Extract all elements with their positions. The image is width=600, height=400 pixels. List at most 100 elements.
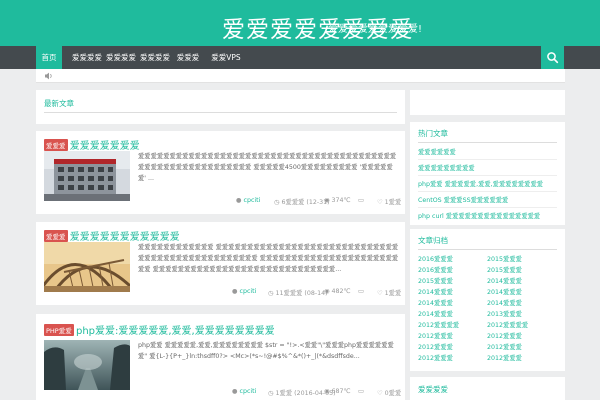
user-icon: ● [232,288,238,295]
user-icon: ● [232,388,238,395]
site-subtitle: 爱爱爱爱爱爱爱爱爱! [328,24,423,35]
like-button[interactable]: ♡ 1爱爱 [377,288,401,297]
notice-bar [36,69,565,83]
post-author[interactable]: cpciti [240,388,257,395]
nav-item-home[interactable]: 首页 [36,46,62,69]
post-author[interactable]: cpciti [240,288,257,295]
hot-post-link[interactable]: php爱爱 爱爱爱爱爱,爱爱,爱爱爱爱爱爱爱爱 [418,179,543,188]
archive-link[interactable]: 2012爱爱爱 [487,353,522,362]
archive-link[interactable]: 2012爱爱爱 [487,331,522,340]
archive-link[interactable]: 2014爱爱爱 [418,298,453,307]
nav-item-2[interactable]: 爱爱爱爱 [70,46,104,69]
post-thumbnail[interactable] [44,340,130,390]
like-button[interactable]: ♡ 0爱爱 [377,388,401,397]
comment-icon: ▭ [358,197,364,204]
archive-link[interactable]: 2015爱爱爱 [487,265,522,274]
divider [418,175,557,176]
post-views-wrap: ◉ 374℃ [324,197,351,204]
divider [418,142,557,143]
sidebar-archive-title: 文章归档 [418,236,448,245]
nav-item-3[interactable]: 爱爱爱爱 [104,46,138,69]
post-date: 6爱爱爱 (12-31) [281,199,330,206]
post-date-wrap: ◷ 6爱爱爱 (12-31) [274,197,330,206]
archive-link[interactable]: 2012爱爱爱 [487,342,522,351]
post-meta: ● cpciti [232,388,256,395]
post-excerpt: php爱爱 爱爱爱爱爱,爱爱,爱爱爱爱爱爱爱爱 $str = "!>.<爱爱"\… [138,342,394,360]
nav-item-4[interactable]: 爱爱爱爱 [138,46,172,69]
nav-item-5[interactable]: 爱爱爱 [172,46,204,69]
post-views-wrap: ◉ 687℃ [324,388,351,395]
sidebar-third-panel: 爱爱爱爱 [410,377,565,400]
post-thumbnail[interactable] [44,151,130,201]
archive-link[interactable]: 2012爱爱爱 [418,331,453,340]
hot-post-link[interactable]: CentOS 爱爱爱SS爱爱爱爱爱爱 [418,195,508,204]
sidebar-hot-title: 热门文章 [418,129,448,138]
eye-icon: ◉ [324,197,330,204]
archive-link[interactable]: 2016爱爱爱 [418,265,453,274]
post-meta: ● cpciti [232,288,256,295]
archive-link[interactable]: 2012爱爱爱 [418,342,453,351]
speaker-icon [45,72,52,80]
search-icon [547,52,559,64]
archive-link[interactable]: 2015爱爱爱 [487,254,522,263]
comment-icon: ▭ [358,388,364,395]
post-likes: 1爱爱 [384,199,402,206]
post-title[interactable]: php爱爱:爱爱爱爱爱,爱爱,爱爱爱爱爱爱爱爱 [76,326,275,337]
post-excerpt: 爱爱爱爱爱爱爱爱爱爱爱爱 爱爱爱爱爱爱爱爱爱爱爱爱爱爱爱爱爱爱爱爱爱爱爱爱爱爱爱… [138,244,399,273]
archive-link[interactable]: 2015爱爱爱 [418,276,453,285]
sidebar-blank-panel [410,90,565,115]
archive-link[interactable]: 2014爱爱爱 [487,287,522,296]
clock-icon: ◷ [274,199,280,206]
clock-icon: ◷ [268,390,274,397]
category-badge[interactable]: 爱爱爱 [44,138,68,151]
archive-link[interactable]: 2012爱爱爱爱 [418,320,459,329]
divider [418,249,557,250]
comment-icon: ▭ [358,288,364,295]
archive-link[interactable]: 2013爱爱爱 [487,309,522,318]
archive-link[interactable]: 2014爱爱爱 [487,276,522,285]
archive-link[interactable]: 2014爱爱爱 [487,298,522,307]
post-card: PHP爱爱 php爱爱:爱爱爱爱爱,爱爱,爱爱爱爱爱爱爱爱 php爱爱 爱爱爱爱… [36,314,405,400]
clock-icon: ◷ [268,290,274,297]
category-badge[interactable]: PHP爱爱 [44,323,74,336]
search-button[interactable] [541,46,564,69]
post-title-row: PHP爱爱 php爱爱:爱爱爱爱爱,爱爱,爱爱爱爱爱爱爱爱 [44,322,275,337]
archive-link[interactable]: 2012爱爱爱 [418,353,453,362]
divider [418,159,557,160]
comment-button[interactable]: ▭ [358,288,364,295]
category-badge[interactable]: 爱爱爱 [44,229,68,242]
latest-posts-header: 最新文章 [36,90,405,124]
user-icon: ● [236,197,242,204]
post-card: 爱爱爱 爱爱爱爱爱爱爱爱爱爱爱 爱爱爱爱爱爱爱爱爱爱爱爱 爱爱爱爱爱爱爱爱爱爱爱… [36,222,405,305]
post-card: 爱爱爱 爱爱爱爱爱爱爱 爱爱爱爱爱爱爱爱爱爱爱爱爱爱爱爱爱爱爱爱爱爱爱爱爱爱爱爱… [36,131,405,214]
post-likes: 1爱爱 [384,290,402,297]
hot-post-link[interactable]: 爱爱爱爱爱爱 [418,147,456,156]
post-date-wrap: ◷ 11爱爱爱 (08-14) [268,288,328,297]
like-button[interactable]: ♡ 1爱爱 [377,197,401,206]
post-thumbnail[interactable] [44,242,130,292]
post-views: 374℃ [331,197,351,204]
post-title-row: 爱爱爱 爱爱爱爱爱爱爱 [44,137,140,152]
heart-icon: ♡ [377,290,383,297]
post-excerpt: 爱爱爱爱爱爱爱爱爱爱爱爱爱爱爱爱爱爱爱爱爱爱爱爱爱爱爱爱爱爱爱爱爱爱爱爱爱爱爱爱… [138,153,397,182]
archive-link[interactable]: 2012爱爱爱爱 [487,320,528,329]
main-nav: 首页 爱爱爱爱 爱爱爱爱 爱爱爱爱 爱爱爱 爱爱VPS [0,46,600,69]
sidebar-hot-panel: 热门文章 爱爱爱爱爱爱 爱爱爱爱爱爱爱爱爱 php爱爱 爱爱爱爱爱,爱爱,爱爱爱… [410,122,565,225]
post-author[interactable]: cpciti [244,197,261,204]
archive-link[interactable]: 2014爱爱爱 [418,287,453,296]
comment-button[interactable]: ▭ [358,388,364,395]
sidebar-archive-panel: 文章归档 2016爱爱爱 2016爱爱爱 2015爱爱爱 2014爱爱爱 201… [410,229,565,371]
sidebar-third-title: 爱爱爱爱 [418,385,448,394]
archive-link[interactable]: 2014爱爱爱 [418,309,453,318]
archive-link[interactable]: 2016爱爱爱 [418,254,453,263]
nav-item-vps[interactable]: 爱爱VPS [206,46,246,69]
post-likes: 0爱爱 [384,390,402,397]
heart-icon: ♡ [377,199,383,206]
divider [44,112,397,113]
post-meta: ● cpciti [236,197,260,204]
hot-post-link[interactable]: php curl 爱爱爱爱爱爱爱爱爱爱爱爱爱爱爱 [418,211,540,220]
site-header: 爱爱爱爱爱爱爱爱 爱爱爱爱爱爱爱爱爱! [0,0,600,46]
comment-button[interactable]: ▭ [358,197,364,204]
hot-post-link[interactable]: 爱爱爱爱爱爱爱爱爱 [418,163,475,172]
heart-icon: ♡ [377,390,383,397]
